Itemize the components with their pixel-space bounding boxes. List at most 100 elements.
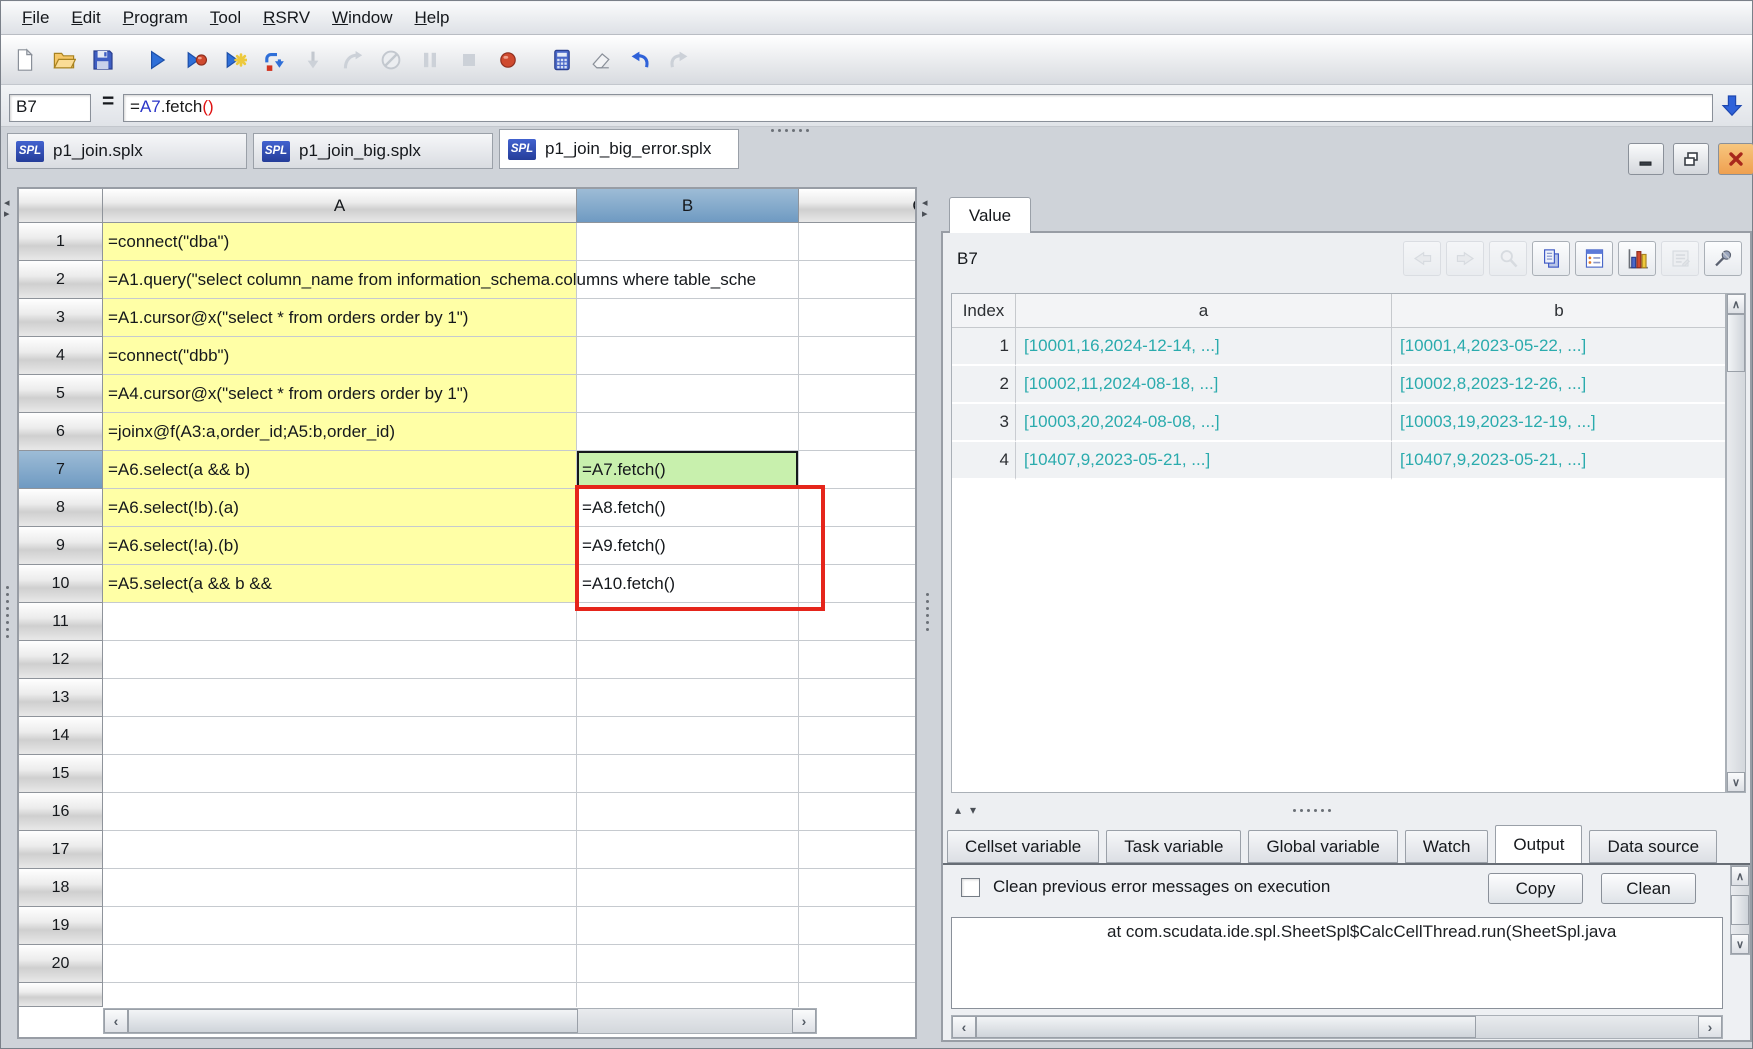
row-header-5[interactable]: 5 bbox=[19, 375, 103, 413]
cell-A9[interactable]: =A6.select(!a).(b) bbox=[103, 527, 577, 565]
cell-C11[interactable] bbox=[799, 603, 915, 641]
scroll-track[interactable] bbox=[1727, 372, 1745, 772]
row-header-14[interactable]: 14 bbox=[19, 717, 103, 755]
cell-A19[interactable] bbox=[103, 907, 577, 945]
copy-value-button[interactable] bbox=[1532, 241, 1570, 276]
scroll-track[interactable] bbox=[1731, 886, 1749, 895]
formula-input[interactable]: =A7.fetch() bbox=[123, 94, 1713, 122]
row-header-19[interactable]: 19 bbox=[19, 907, 103, 945]
row-header-11[interactable]: 11 bbox=[19, 603, 103, 641]
scroll-thumb[interactable] bbox=[128, 1009, 578, 1033]
column-header-B[interactable]: B bbox=[577, 189, 799, 223]
row-header-7[interactable]: 7 bbox=[19, 451, 103, 489]
grid-corner-cell[interactable] bbox=[19, 189, 103, 223]
formula-expand-button[interactable] bbox=[1717, 92, 1747, 122]
cell-B6[interactable] bbox=[577, 413, 799, 451]
error-vertical-scrollbar[interactable]: ∧ ∨ bbox=[1730, 865, 1750, 955]
scroll-thumb[interactable] bbox=[1731, 895, 1749, 925]
menu-item-window[interactable]: Window bbox=[321, 4, 403, 32]
cell-C14[interactable] bbox=[799, 717, 915, 755]
tab-global-variable[interactable]: Global variable bbox=[1248, 830, 1398, 863]
close-button[interactable] bbox=[1718, 143, 1753, 175]
cell-B8[interactable]: =A8.fetch() bbox=[577, 489, 799, 527]
cell-A6[interactable]: =joinx@f(A3:a,order_id;A5:b,order_id) bbox=[103, 413, 577, 451]
scroll-right-button[interactable]: › bbox=[792, 1009, 816, 1033]
bottom-splitter-handle[interactable] bbox=[1293, 809, 1331, 812]
row-header-18[interactable]: 18 bbox=[19, 869, 103, 907]
cell-C8[interactable] bbox=[799, 489, 915, 527]
menu-item-help[interactable]: Help bbox=[404, 4, 461, 32]
cell-C17[interactable] bbox=[799, 831, 915, 869]
error-output-area[interactable]: at com.scudata.ide.spl.SheetSpl$CalcCell… bbox=[951, 917, 1723, 1009]
menu-item-file[interactable]: File bbox=[11, 4, 60, 32]
value-cell-a-2[interactable]: [10002,11,2024-08-18, ...] bbox=[1016, 366, 1392, 404]
cell-C9[interactable] bbox=[799, 527, 915, 565]
splitter-left-icon[interactable]: ◂ bbox=[922, 198, 928, 209]
column-header-A[interactable]: A bbox=[103, 189, 577, 223]
menu-item-program[interactable]: Program bbox=[112, 4, 199, 32]
cell-B4[interactable] bbox=[577, 337, 799, 375]
cell-A2[interactable]: =A1.query("select column_name from infor… bbox=[103, 261, 756, 299]
value-cell-b-4[interactable]: [10407,9,2023-05-21, ...] bbox=[1392, 442, 1725, 480]
row-header-4[interactable]: 4 bbox=[19, 337, 103, 375]
tab-data-source[interactable]: Data source bbox=[1589, 830, 1718, 863]
clean-button[interactable]: Clean bbox=[1601, 873, 1696, 904]
clean-errors-checkbox[interactable] bbox=[961, 877, 980, 897]
cell-C6[interactable] bbox=[799, 413, 915, 451]
splitter-up-icon[interactable]: ▴ bbox=[955, 803, 961, 817]
cell-C3[interactable] bbox=[799, 299, 915, 337]
scroll-up-button[interactable]: ∧ bbox=[1727, 294, 1745, 314]
cell-B20[interactable] bbox=[577, 945, 799, 983]
splitter-right-icon[interactable]: ▸ bbox=[4, 209, 10, 220]
execute-button[interactable] bbox=[141, 44, 173, 76]
column-header-C[interactable]: C bbox=[799, 189, 915, 223]
cell-A13[interactable] bbox=[103, 679, 577, 717]
step-next-button[interactable] bbox=[258, 44, 290, 76]
scroll-thumb[interactable] bbox=[976, 1016, 1476, 1038]
cell-B10[interactable]: =A10.fetch() bbox=[577, 565, 799, 603]
value-table-scrollbar[interactable]: ∧ ∨ bbox=[1726, 293, 1746, 793]
value-cell-b-3[interactable]: [10003,19,2023-12-19, ...] bbox=[1392, 404, 1725, 442]
cell-B12[interactable] bbox=[577, 641, 799, 679]
menu-item-rsrv[interactable]: RSRV bbox=[252, 4, 321, 32]
cell-A5[interactable]: =A4.cursor@x("select * from orders order… bbox=[103, 375, 577, 413]
save-button[interactable] bbox=[87, 44, 119, 76]
cell-C10[interactable] bbox=[799, 565, 915, 603]
scroll-left-button[interactable]: ‹ bbox=[952, 1016, 976, 1038]
cell-B13[interactable] bbox=[577, 679, 799, 717]
file-tab-p1_join_big_error.splx[interactable]: SPL p1_join_big_error.splx bbox=[499, 129, 739, 169]
row-header-12[interactable]: 12 bbox=[19, 641, 103, 679]
cell-A7[interactable]: =A6.select(a && b) bbox=[103, 451, 577, 489]
cell-A10[interactable]: =A5.select(a && b && bbox=[103, 565, 577, 603]
cell-B7[interactable]: =A7.fetch() bbox=[577, 451, 799, 489]
form-view-button[interactable] bbox=[1575, 241, 1613, 276]
cell-C1[interactable] bbox=[799, 223, 915, 261]
scroll-track[interactable] bbox=[1476, 1016, 1698, 1038]
cell-C7[interactable] bbox=[799, 451, 915, 489]
value-cell-a-1[interactable]: [10001,16,2024-12-14, ...] bbox=[1016, 328, 1392, 366]
value-index-1[interactable]: 1 bbox=[952, 328, 1016, 366]
cell-C18[interactable] bbox=[799, 869, 915, 907]
tab-value[interactable]: Value bbox=[949, 197, 1031, 233]
splitter-down-icon[interactable]: ▾ bbox=[970, 803, 976, 817]
open-file-button[interactable] bbox=[48, 44, 80, 76]
cell-A18[interactable] bbox=[103, 869, 577, 907]
value-column-header-b[interactable]: b bbox=[1392, 294, 1725, 328]
tab-cellset-variable[interactable]: Cellset variable bbox=[947, 830, 1100, 863]
scroll-left-button[interactable]: ‹ bbox=[104, 1009, 128, 1033]
cell-B5[interactable] bbox=[577, 375, 799, 413]
tab-output[interactable]: Output bbox=[1495, 825, 1583, 863]
cell-C13[interactable] bbox=[799, 679, 915, 717]
cell-B16[interactable] bbox=[577, 793, 799, 831]
cell-A12[interactable] bbox=[103, 641, 577, 679]
clear-button[interactable] bbox=[585, 44, 617, 76]
cell-ref-box[interactable]: B7 bbox=[9, 94, 91, 122]
row-header-10[interactable]: 10 bbox=[19, 565, 103, 603]
breakpoint-button[interactable] bbox=[492, 44, 524, 76]
cell-A3[interactable]: =A1.cursor@x("select * from orders order… bbox=[103, 299, 577, 337]
row-header-2[interactable]: 2 bbox=[19, 261, 103, 299]
tab-watch[interactable]: Watch bbox=[1404, 830, 1489, 863]
row-header-9[interactable]: 9 bbox=[19, 527, 103, 565]
cell-A8[interactable]: =A6.select(!b).(a) bbox=[103, 489, 577, 527]
value-cell-b-1[interactable]: [10001,4,2023-05-22, ...] bbox=[1392, 328, 1725, 366]
